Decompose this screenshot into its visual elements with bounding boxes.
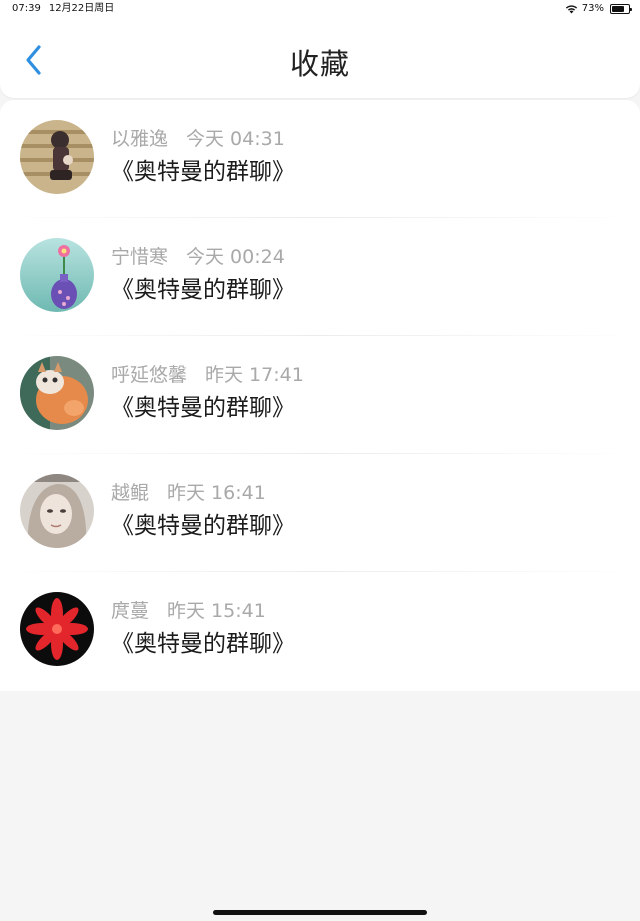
flower-vase-avatar <box>20 238 94 312</box>
home-indicator[interactable] <box>213 910 427 915</box>
cat-avatar <box>20 356 94 430</box>
battery-icon <box>610 4 632 14</box>
wifi-icon <box>565 4 578 14</box>
status-right: 73% <box>565 3 632 15</box>
avatar[interactable] <box>20 592 94 666</box>
list-item[interactable]: 以雅逸 今天 04:31 《奥特曼的群聊》 <box>0 100 640 218</box>
page-title: 收藏 <box>289 47 350 81</box>
item-title: 《奥特曼的群聊》 <box>111 159 295 185</box>
item-meta: 呼延悠馨 昨天 17:41 <box>111 362 304 388</box>
sender-name: 庹蔓 <box>111 600 150 622</box>
avatar[interactable] <box>20 238 94 312</box>
battery-fill <box>612 6 624 12</box>
status-bar: 07:39 12月22日周日 73% <box>0 0 640 20</box>
item-title: 《奥特曼的群聊》 <box>111 513 295 539</box>
sender-name: 呼延悠馨 <box>111 364 188 386</box>
list-item[interactable]: 庹蔓 昨天 15:41 《奥特曼的群聊》 <box>0 572 640 690</box>
sender-name: 以雅逸 <box>111 128 169 150</box>
battery-percent: 73% <box>581 3 604 14</box>
item-meta: 宁惜寒 今天 00:24 <box>111 244 285 270</box>
avatar[interactable] <box>20 474 94 548</box>
anime-girl-avatar <box>20 120 94 194</box>
list-item[interactable]: 宁惜寒 今天 00:24 《奥特曼的群聊》 <box>0 218 640 336</box>
list-item[interactable]: 越鲲 昨天 16:41 《奥特曼的群聊》 <box>0 454 640 572</box>
item-title: 《奥特曼的群聊》 <box>111 277 295 303</box>
status-left: 07:39 12月22日周日 <box>12 3 114 15</box>
red-flower-avatar <box>20 592 94 666</box>
favorites-screen: 07:39 12月22日周日 73% 收藏 以雅逸 今天 04:31 《奥特曼的… <box>0 0 640 921</box>
nav-bar: 收藏 <box>0 20 640 98</box>
item-title: 《奥特曼的群聊》 <box>111 631 295 657</box>
item-time: 今天 04:31 <box>186 128 285 150</box>
avatar[interactable] <box>20 356 94 430</box>
portrait-avatar <box>20 474 94 548</box>
item-meta: 以雅逸 今天 04:31 <box>111 126 285 152</box>
status-time: 07:39 <box>12 3 41 14</box>
list-item[interactable]: 呼延悠馨 昨天 17:41 《奥特曼的群聊》 <box>0 336 640 454</box>
item-time: 昨天 15:41 <box>167 600 266 622</box>
item-title: 《奥特曼的群聊》 <box>111 395 295 421</box>
item-time: 今天 00:24 <box>186 246 285 268</box>
item-time: 昨天 16:41 <box>167 482 266 504</box>
sender-name: 越鲲 <box>111 482 150 504</box>
item-time: 昨天 17:41 <box>205 364 304 386</box>
item-meta: 越鲲 昨天 16:41 <box>111 480 266 506</box>
avatar[interactable] <box>20 120 94 194</box>
item-meta: 庹蔓 昨天 15:41 <box>111 598 266 624</box>
sender-name: 宁惜寒 <box>111 246 169 268</box>
status-date: 12月22日周日 <box>48 3 115 14</box>
favorites-list: 以雅逸 今天 04:31 《奥特曼的群聊》 宁惜寒 今天 00:24 《奥特曼的… <box>0 100 640 691</box>
